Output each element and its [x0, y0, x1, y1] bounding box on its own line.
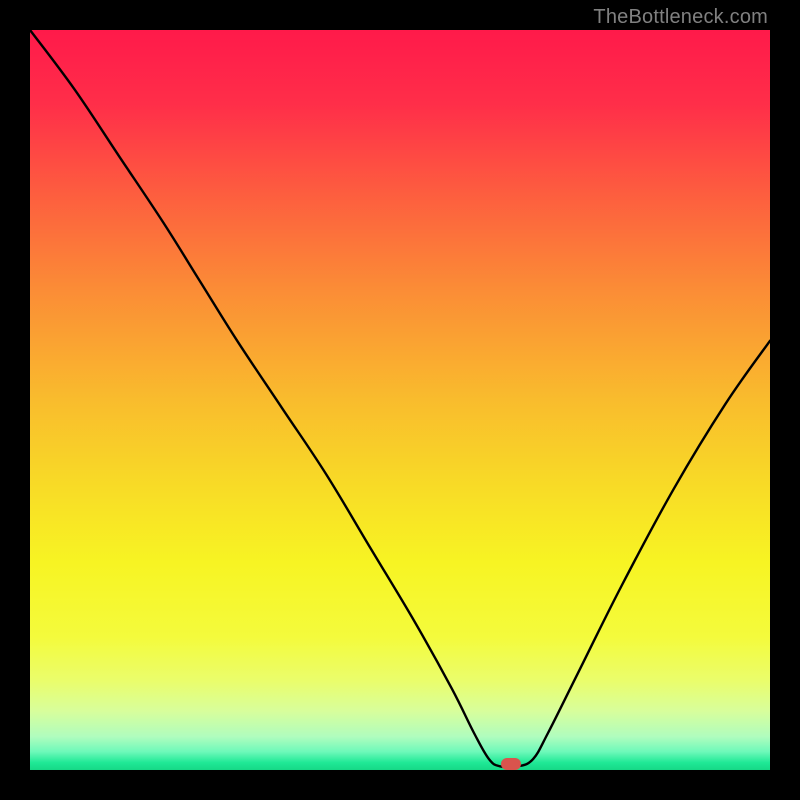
- watermark-text: TheBottleneck.com: [593, 6, 768, 29]
- optimal-marker: [501, 758, 521, 770]
- plot-area: [30, 30, 770, 770]
- bottleneck-curve: [30, 30, 770, 770]
- chart-frame: TheBottleneck.com: [0, 0, 800, 800]
